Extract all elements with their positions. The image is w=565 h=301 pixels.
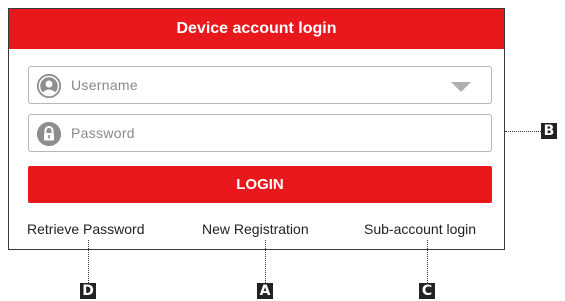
login-dialog: Device account login Username Password L… xyxy=(8,8,505,250)
dropdown-triangle-icon[interactable] xyxy=(451,82,471,92)
username-placeholder: Username xyxy=(71,77,138,93)
retrieve-password-link[interactable]: Retrieve Password xyxy=(27,221,145,237)
login-button[interactable]: LOGIN xyxy=(28,166,492,203)
password-placeholder: Password xyxy=(71,125,135,141)
user-avatar-icon xyxy=(37,74,61,98)
padlock-icon xyxy=(37,122,61,146)
dialog-title: Device account login xyxy=(176,20,337,37)
new-registration-link[interactable]: New Registration xyxy=(202,221,309,237)
password-field[interactable]: Password xyxy=(28,114,492,152)
dialog-header: Device account login xyxy=(9,9,504,49)
callout-d-leader xyxy=(88,240,89,283)
callout-a-leader xyxy=(265,240,266,283)
callout-b: B xyxy=(541,123,557,139)
sub-account-login-link[interactable]: Sub-account login xyxy=(364,221,476,237)
callout-a: A xyxy=(257,283,273,299)
callout-c-leader xyxy=(427,240,428,283)
callout-b-leader xyxy=(505,131,541,132)
callout-c: C xyxy=(419,283,435,299)
username-field[interactable]: Username xyxy=(28,66,492,104)
login-button-label: LOGIN xyxy=(236,176,284,193)
callout-d: D xyxy=(80,283,96,299)
